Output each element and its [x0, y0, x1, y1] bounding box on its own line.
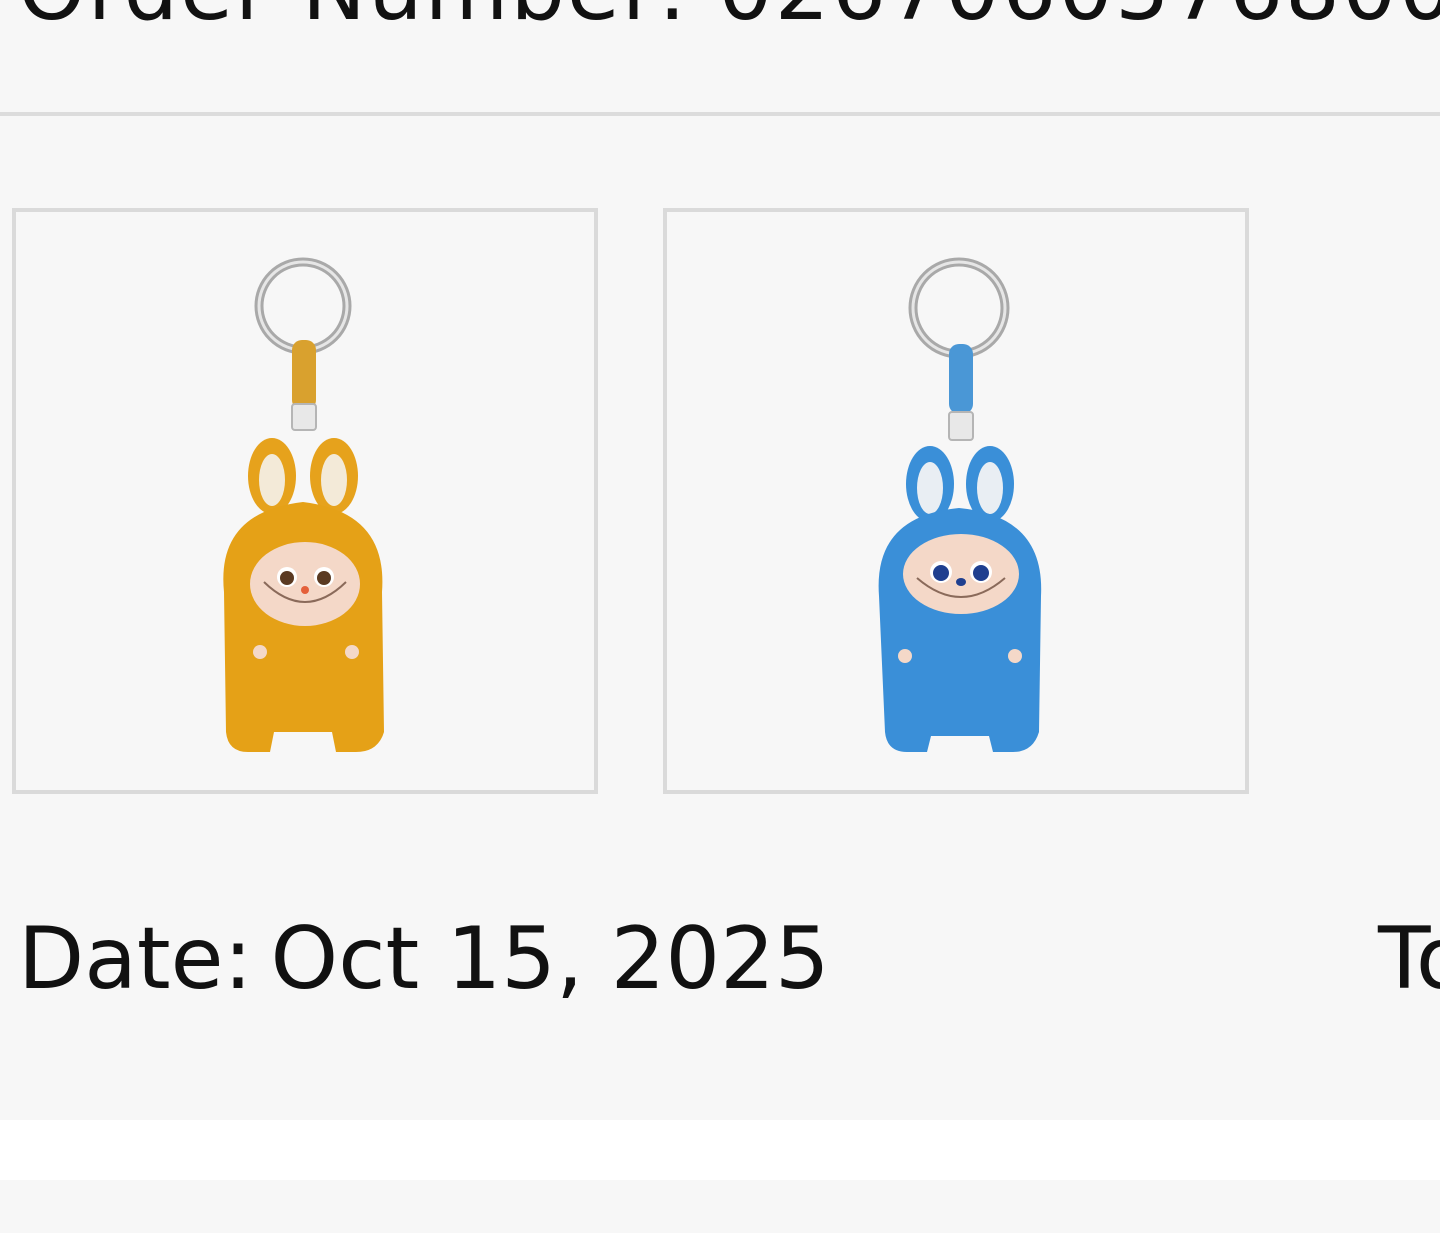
product-thumbnail-yellow[interactable]: [12, 208, 598, 794]
date-value: Oct 15, 2025: [270, 909, 830, 1009]
next-order-card[interactable]: [0, 1180, 1440, 1233]
yellow-keychain-image: [223, 257, 384, 752]
blue-keychain-image: [878, 257, 1042, 752]
order-total-label: To: [1378, 909, 1440, 1009]
order-date: Date: Oct 15, 2025: [18, 904, 830, 1014]
divider: [0, 112, 1440, 116]
product-thumbnail-blue[interactable]: [663, 208, 1249, 794]
date-label: Date:: [18, 909, 253, 1009]
order-number: Order Number: 0267060576800144: [18, 0, 1440, 33]
order-card[interactable]: Order Number: 0267060576800144: [0, 0, 1440, 1120]
